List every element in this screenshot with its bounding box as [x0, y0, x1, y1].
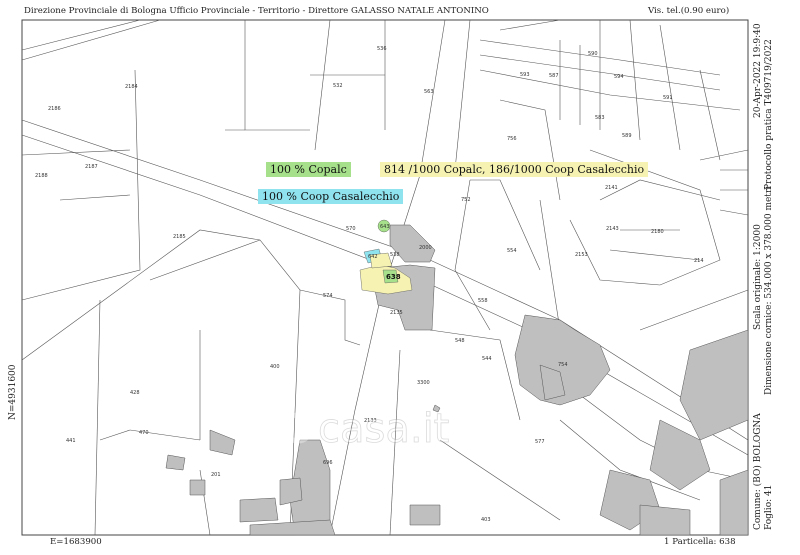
legend-coop-casalecchio: 100 % Coop Casalecchio: [258, 189, 404, 204]
parcel-number: 643: [380, 224, 390, 230]
parcel-number: 2000: [419, 245, 432, 251]
parcel-number: 2180: [651, 229, 664, 235]
parcel-number: 400: [270, 364, 280, 370]
parcel-number: 589: [622, 133, 632, 139]
parcel-number: 583: [595, 115, 605, 121]
parcel-number: 2185: [173, 234, 186, 240]
buildings: [165, 224, 749, 536]
particella-label: 1 Particella: 638: [664, 537, 736, 547]
parcel-number: 548: [455, 338, 465, 344]
parcel-number: 591: [663, 95, 673, 101]
foglio-label: Foglio: 41: [764, 484, 774, 530]
parcel-number: 590: [588, 51, 598, 57]
cadastral-map-viewer: 536 532 563 2184 2186 2187 2188 2185 570…: [0, 0, 800, 555]
parcel-number: 470: [139, 430, 149, 436]
parcel-number: 441: [66, 438, 76, 444]
page-title: Direzione Provinciale di Bologna Ufficio…: [24, 6, 489, 16]
parcel-number: 2135: [390, 310, 403, 316]
legend-mixed-ownership: 814 /1000 Copalc, 186/1000 Coop Casalecc…: [380, 162, 649, 177]
parcel-number: 2143: [606, 226, 619, 232]
parcel-number: 544: [482, 356, 492, 362]
parcel-number: 587: [549, 73, 559, 79]
parcel-number: 536: [377, 46, 387, 52]
parcel-number: 2153: [575, 252, 588, 258]
parcel-number: 538: [390, 252, 400, 258]
watermark-text: casa.it: [318, 406, 449, 452]
parcel-number: 642: [368, 254, 378, 260]
east-coordinate: E=1683900: [50, 537, 102, 547]
north-coordinate: N=4931600: [8, 364, 18, 421]
parcel-number: 403: [481, 517, 491, 523]
parcel-number: 752: [461, 197, 471, 203]
parcel-number: 2141: [605, 185, 618, 191]
parcel-number: 201: [211, 472, 221, 478]
cost-label: Vis. tel.(0.90 euro): [648, 6, 730, 16]
frame-dimension: Dimensione cornice: 534.000 x 378.000 me…: [764, 185, 774, 395]
parcel-number: 594: [614, 74, 624, 80]
comune-label: Comune: (BO) BOLOGNA: [753, 413, 763, 530]
parcel-number: 2187: [85, 164, 98, 170]
parcel-number: 754: [558, 362, 568, 368]
parcel-number: 563: [424, 89, 434, 95]
parcel-number: 577: [535, 439, 545, 445]
protocol-number: Protocollo pratica T409719/2022: [764, 39, 774, 190]
parcel-number: 593: [520, 72, 530, 78]
parcel-number: 696: [323, 460, 333, 466]
legend-copalc: 100 % Copalc: [266, 162, 351, 177]
parcel-number: 2186: [48, 106, 61, 112]
parcel-number: 574: [323, 293, 333, 299]
parcel-number: 554: [507, 248, 517, 254]
parcel-number: 2184: [125, 84, 138, 90]
parcel-number: 558: [478, 298, 488, 304]
scale-label: Scala originale: 1:2000: [753, 224, 763, 330]
parcel-number: 428: [130, 390, 140, 396]
parcel-number: 756: [507, 136, 517, 142]
parcel-number: 214: [694, 258, 704, 264]
parcel-number: 2188: [35, 173, 48, 179]
timestamp: 20-Apr-2022 19:9:40: [753, 23, 763, 118]
parcel-number-selected: 638: [386, 273, 401, 281]
parcel-number: 532: [333, 83, 343, 89]
parcel-number: 3300: [417, 380, 430, 386]
cadastral-map: 536 532 563 2184 2186 2187 2188 2185 570…: [21, 19, 749, 536]
parcel-number: 570: [346, 226, 356, 232]
